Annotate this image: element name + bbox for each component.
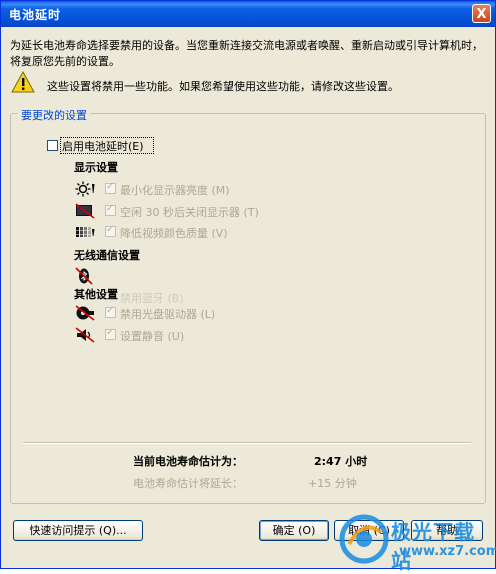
minimize-brightness-label: 最小化显示器亮度 (M) [120,184,230,197]
color-quality-icon [76,227,95,237]
battery-extension-dialog: 电池延时 X 为延长电池寿命选择要禁用的设备。当您重新连接交流电源或者唤醒、重新… [0,0,496,573]
current-estimate-label: 当前电池寿命估计为： [133,455,243,468]
separator [23,442,471,444]
disable-optical-drive-checkbox[interactable] [105,305,116,318]
bluetooth-off-icon [75,267,93,285]
idle-monitor-off-label: 空闲 30 秒后关闭显示器 (T) [120,206,259,219]
ok-button[interactable]: 确定 (O) [259,520,329,541]
mute-icon [75,327,95,343]
focus-rect [60,137,154,154]
set-mute-label: 设置静音 (U) [120,330,185,343]
watermark-logo-icon [339,514,389,564]
optical-drive-off-icon [75,305,95,321]
monitor-off-icon [75,203,95,219]
window-title: 电池延时 [9,8,62,22]
extended-estimate-value: +15 分钟 [308,477,357,490]
watermark-url: www.xz7.com [399,544,496,559]
disable-optical-drive-label: 禁用光盘驱动器 (L) [120,308,216,321]
title-bar[interactable]: 电池延时 X [1,1,495,27]
idle-monitor-off-checkbox[interactable] [105,203,116,216]
quick-tips-button[interactable]: 快速访问提示 (Q)... [13,520,143,541]
minimize-brightness-checkbox[interactable] [105,181,116,194]
close-button[interactable]: X [472,4,491,23]
disable-bluetooth-label: 禁用蓝牙 (B) [120,292,184,305]
current-estimate-value: 2:47 小时 [314,455,368,468]
brightness-icon [75,181,95,197]
extended-estimate-label: 电池寿命估计将延长： [133,477,243,490]
other-settings-header: 其他设置 [74,286,118,302]
warning-text: 这些设置将禁用一些功能。如果您希望使用这些功能，请修改这些设置。 [47,80,399,93]
wireless-settings-header: 无线通信设置 [74,249,140,262]
display-settings-header: 显示设置 [74,161,118,174]
reduce-color-quality-checkbox[interactable] [105,224,116,237]
enable-battery-extension-checkbox[interactable] [47,140,58,151]
intro-text: 为延长电池寿命选择要禁用的设备。当您重新连接交流电源或者唤醒、重新启动或引导计算… [10,39,483,68]
warning-icon [11,71,35,93]
set-mute-checkbox[interactable] [105,327,116,340]
settings-group-label: 要更改的设置 [18,107,90,123]
reduce-color-quality-label: 降低视频颜色质量 (V) [120,227,228,240]
